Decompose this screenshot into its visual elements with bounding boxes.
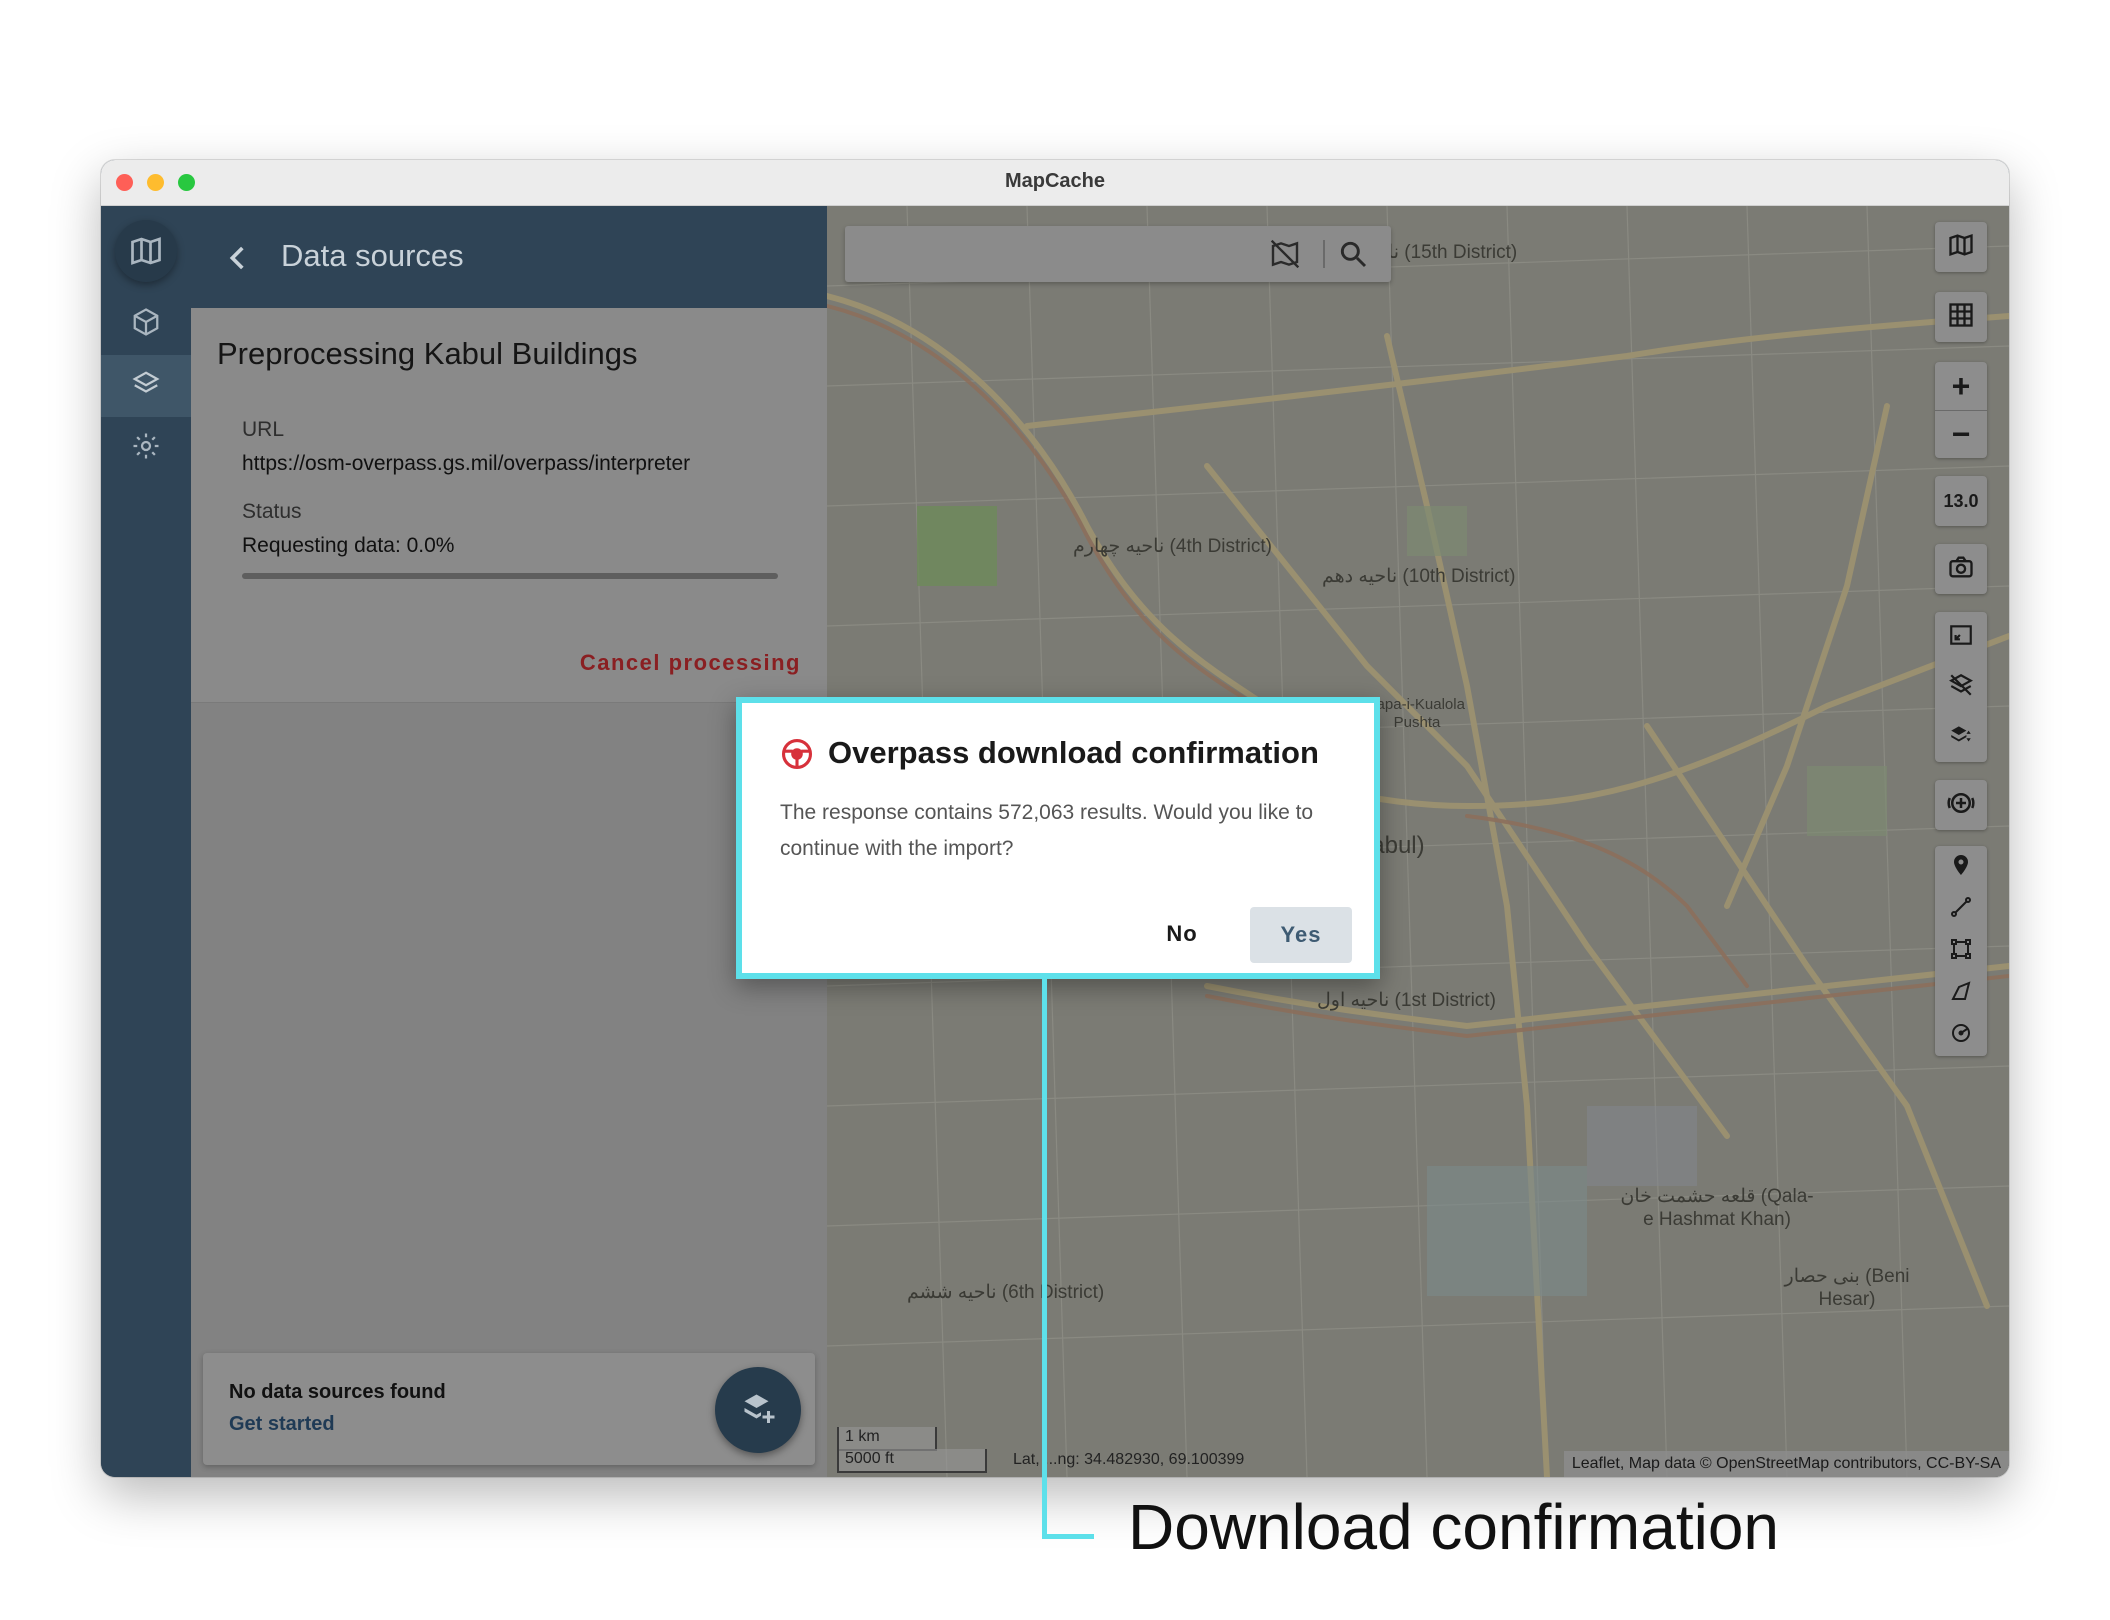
- panel-header: Data sources: [191, 206, 827, 308]
- map-label-1st-district: ناحیه اول (1st District): [1317, 990, 1496, 1011]
- map-icon: [1947, 231, 1975, 264]
- add-circle-icon: [1946, 788, 1976, 823]
- overpass-logo-icon: [780, 737, 814, 771]
- grid-button[interactable]: [1935, 292, 1987, 342]
- scale-ft: 5000 ft: [837, 1449, 987, 1473]
- latlng-readout: Lat, ...ng: 34.482930, 69.100399: [1013, 1451, 1245, 1468]
- map-label-10th-district: ناحیه دهم (10th District): [1322, 566, 1516, 587]
- draw-point-button[interactable]: [1935, 846, 1987, 888]
- cube-icon: [131, 307, 161, 342]
- data-sources-panel: Preprocessing Kabul Buildings URL https:…: [191, 308, 827, 1477]
- grid-icon: [1947, 301, 1975, 334]
- camera-icon: [1947, 553, 1975, 586]
- zoom-out-button[interactable]: −: [1935, 410, 1987, 458]
- overpass-confirmation-dialog: Overpass download confirmation The respo…: [736, 697, 1380, 979]
- add-feature-button[interactable]: [1935, 780, 1987, 830]
- hide-map-icon[interactable]: [1269, 238, 1301, 275]
- empty-state-card: No data sources found Get started: [203, 1353, 815, 1465]
- processing-card: Preprocessing Kabul Buildings URL https:…: [191, 308, 827, 703]
- map-scale: 1 km 5000 ft: [837, 1427, 987, 1473]
- hide-layers-button[interactable]: [1935, 662, 1987, 712]
- panel-title: Data sources: [281, 238, 464, 273]
- draw-polygon-button[interactable]: [1935, 972, 1987, 1014]
- rectangle-icon: [1949, 937, 1973, 966]
- layers-sort-icon: [1948, 722, 1974, 753]
- layer-tools-group: [1935, 612, 1987, 762]
- dialog-title: Overpass download confirmation: [828, 735, 1319, 770]
- layer-order-button[interactable]: [1935, 712, 1987, 762]
- progress-bar: [242, 573, 778, 579]
- processing-title: Preprocessing Kabul Buildings: [217, 336, 638, 371]
- map-pin-icon: [1949, 853, 1973, 882]
- callout-line-horizontal: [1042, 1534, 1094, 1539]
- basemap-button[interactable]: [1935, 222, 1987, 272]
- zoom-in-button[interactable]: +: [1935, 362, 1987, 411]
- no-button[interactable]: No: [1148, 907, 1216, 961]
- map-attribution: Leaflet, Map data © OpenStreetMap contri…: [1563, 1451, 2009, 1477]
- search-divider: [1323, 240, 1325, 268]
- map-logo-icon[interactable]: [115, 220, 177, 282]
- nav-rail: [101, 206, 191, 1477]
- add-layer-icon: [740, 1390, 776, 1431]
- window-title: MapCache: [1004, 170, 1106, 192]
- zoom-level-display: 13.0: [1935, 476, 1987, 526]
- layers-off-icon: [1948, 672, 1974, 703]
- map-label-qala-e-hashmat: قلعه حشمت خان (Qala-e Hashmat Khan): [1620, 1186, 1814, 1230]
- url-label: URL: [242, 418, 285, 441]
- map-label-4th-district: ناحیه چهارم (4th District): [1073, 536, 1272, 557]
- yes-button[interactable]: Yes: [1250, 907, 1352, 963]
- status-label: Status: [242, 500, 302, 523]
- polygon-icon: [1949, 979, 1973, 1008]
- dialog-message: The response contains 572,063 results. W…: [780, 801, 1314, 860]
- fit-bounds-button[interactable]: [1935, 612, 1987, 662]
- add-data-source-button[interactable]: [715, 1367, 801, 1453]
- projects-nav-item[interactable]: [101, 293, 191, 355]
- draw-tools-group: [1935, 846, 1987, 1056]
- back-button[interactable]: [219, 238, 259, 278]
- cancel-processing-button[interactable]: Cancel processing: [580, 650, 801, 676]
- no-data-text: No data sources found: [229, 1381, 446, 1403]
- data-sources-nav-item[interactable]: [101, 355, 191, 417]
- callout-line: [1042, 979, 1047, 1539]
- draw-line-button[interactable]: [1935, 888, 1987, 930]
- screenshot-button[interactable]: [1935, 544, 1987, 594]
- get-started-link[interactable]: Get started: [229, 1413, 335, 1436]
- zoom-controls: + −: [1935, 362, 1987, 458]
- map-label-tapa-i-kualola: Tapa-i-Kualola Pushta: [1369, 696, 1465, 731]
- draw-circle-button[interactable]: [1935, 1014, 1987, 1056]
- search-icon[interactable]: [1337, 238, 1369, 275]
- callout-caption: Download confirmation: [1128, 1491, 1779, 1563]
- fit-bounds-icon: [1948, 622, 1974, 653]
- settings-nav-item[interactable]: [101, 417, 191, 479]
- title-bar: MapCache: [101, 160, 2009, 206]
- url-value: https://osm-overpass.gs.mil/overpass/int…: [242, 452, 691, 475]
- map-label-beni-hesar: بنی حصار (Beni Hesar): [1784, 1266, 1910, 1310]
- map-label-6th-district: ناحیه ششم (6th District): [907, 1282, 1105, 1303]
- layers-icon: [131, 369, 161, 404]
- scale-km: 1 km: [837, 1427, 937, 1451]
- map-search-bar[interactable]: [845, 226, 1391, 282]
- line-icon: [1949, 895, 1973, 924]
- draw-rectangle-button[interactable]: [1935, 930, 1987, 972]
- circle-icon: [1949, 1021, 1973, 1050]
- status-value: Requesting data: 0.0%: [242, 534, 455, 557]
- gear-icon: [131, 431, 161, 466]
